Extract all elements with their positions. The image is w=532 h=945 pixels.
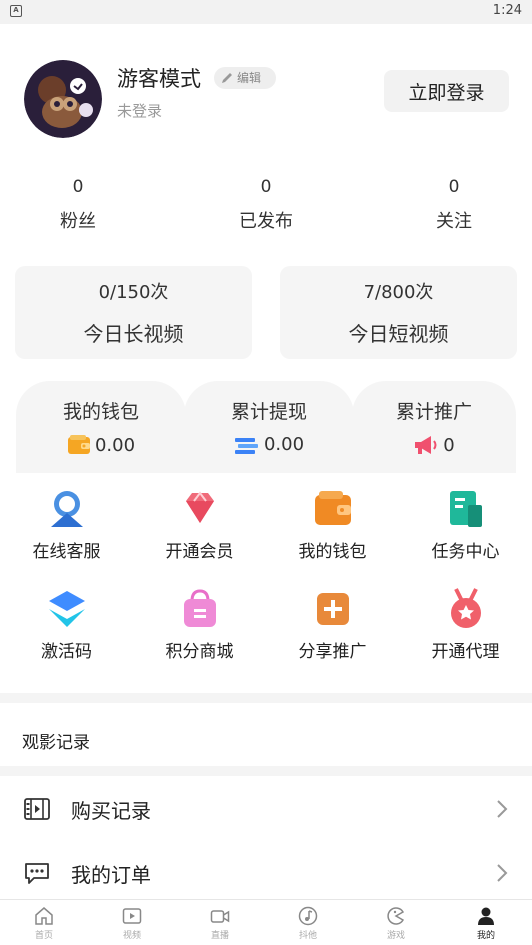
layers-icon (48, 591, 85, 627)
stat-published[interactable]: 0 已发布 (196, 175, 336, 233)
quota-label: 今日长视频 (83, 322, 184, 346)
feature-wallet[interactable]: 我的钱包 (266, 487, 399, 562)
pencil-icon (222, 73, 232, 83)
watch-history-link[interactable]: 观影记录 (22, 728, 90, 753)
tab-label: 我的 (476, 931, 495, 941)
feature-agent[interactable]: 开通代理 (399, 587, 532, 662)
tab-label: 首页 (34, 931, 53, 941)
feature-label: 任务中心 (431, 542, 500, 562)
menu-purchase-records[interactable]: 购买记录 (0, 779, 532, 839)
app-notification-icon: A (10, 5, 22, 17)
user-icon (478, 907, 494, 925)
home-icon (35, 907, 53, 925)
feature-activation-code[interactable]: 激活码 (0, 587, 133, 662)
camera-icon (210, 910, 230, 923)
task-icon (449, 491, 482, 527)
wallet-value: 0.00 (94, 434, 136, 456)
bottom-tab-bar: 首页 视频 直播 抖他 游戏 我的 (0, 899, 532, 945)
feature-label: 我的钱包 (298, 542, 367, 562)
share-icon (316, 593, 349, 625)
login-status: 未登录 (117, 102, 163, 120)
feature-customer-service[interactable]: 在线客服 (0, 487, 133, 562)
feature-label: 分享推广 (298, 642, 367, 662)
short-video-quota-card: 7/800次 今日短视频 (280, 266, 517, 359)
chevron-right-icon (497, 864, 508, 882)
tab-label: 抖他 (298, 931, 317, 941)
shopping-bag-icon (183, 589, 216, 627)
feature-label: 在线客服 (32, 542, 101, 562)
stat-label: 已发布 (239, 211, 293, 232)
feature-task-center[interactable]: 任务中心 (399, 487, 532, 562)
stat-followers[interactable]: 0 粉丝 (8, 175, 148, 233)
feature-points-mall[interactable]: 积分商城 (133, 587, 266, 662)
chat-icon (25, 863, 49, 884)
feature-label: 开通会员 (165, 542, 234, 562)
tab-douta[interactable]: 抖他 (264, 900, 352, 945)
long-video-quota-card: 0/150次 今日长视频 (15, 266, 252, 359)
stat-label: 关注 (436, 211, 472, 232)
edit-profile-button[interactable]: 编辑 (214, 67, 276, 89)
withdraw-label: 累计提现 (230, 401, 307, 423)
quota-count: 7/800次 (363, 282, 434, 303)
feature-vip[interactable]: 开通会员 (133, 487, 266, 562)
wallet-summary: 我的钱包 0.00 累计提现 0.00 累计推广 0 (16, 381, 516, 473)
game-icon (387, 907, 405, 925)
customer-service-icon (50, 491, 83, 527)
menu-my-orders[interactable]: 我的订单 (0, 843, 532, 903)
tab-label: 视频 (122, 931, 141, 941)
withdraw-icon (234, 437, 258, 454)
menu-label: 购买记录 (71, 799, 151, 823)
feature-label: 积分商城 (165, 642, 234, 662)
promotion-value: 0 (443, 434, 455, 456)
feature-label: 激活码 (41, 642, 92, 662)
megaphone-icon (415, 436, 437, 454)
tab-game[interactable]: 游戏 (352, 900, 440, 945)
tab-home[interactable]: 首页 (0, 900, 88, 945)
wallet-label: 我的钱包 (62, 401, 139, 423)
chevron-right-icon (497, 800, 508, 818)
tab-mine[interactable]: 我的 (440, 900, 532, 945)
login-button[interactable]: 立即登录 (384, 70, 509, 112)
wallet-icon (67, 435, 90, 454)
diamond-icon (185, 491, 214, 523)
stats-row: 0 粉丝 0 已发布 0 关注 (0, 175, 532, 235)
feature-label: 开通代理 (431, 642, 500, 662)
stat-value: 0 (260, 177, 272, 197)
edit-label: 编辑 (237, 71, 262, 85)
avatar[interactable] (24, 60, 102, 138)
promotion-label: 累计推广 (395, 401, 472, 423)
stat-label: 粉丝 (60, 211, 96, 232)
username: 游客模式 (117, 67, 201, 91)
quota-label: 今日短视频 (348, 322, 449, 346)
tab-label: 直播 (210, 931, 229, 941)
menu-label: 我的订单 (71, 863, 151, 887)
feature-share-promotion[interactable]: 分享推广 (266, 587, 399, 662)
stat-value: 0 (448, 177, 460, 197)
tab-live[interactable]: 直播 (176, 900, 264, 945)
status-bar: A 1:24 (0, 0, 532, 24)
stat-value: 0 (72, 177, 84, 197)
section-divider (0, 693, 532, 703)
tab-video[interactable]: 视频 (88, 900, 176, 945)
wallet-icon (314, 491, 351, 525)
status-time: 1:24 (492, 3, 522, 18)
section-divider (0, 766, 532, 776)
medal-icon (450, 588, 481, 628)
quota-count: 0/150次 (98, 282, 169, 303)
film-icon (24, 798, 50, 820)
withdraw-value: 0.00 (263, 434, 305, 455)
withdraw-tab[interactable]: 累计提现 0.00 (184, 381, 354, 473)
tab-label: 游戏 (386, 931, 405, 941)
promotion-tab[interactable]: 累计推广 0 (352, 381, 516, 473)
wallet-tab[interactable]: 我的钱包 0.00 (16, 381, 186, 473)
stat-following[interactable]: 0 关注 (384, 175, 524, 233)
music-icon (298, 906, 318, 926)
video-icon (122, 908, 142, 924)
